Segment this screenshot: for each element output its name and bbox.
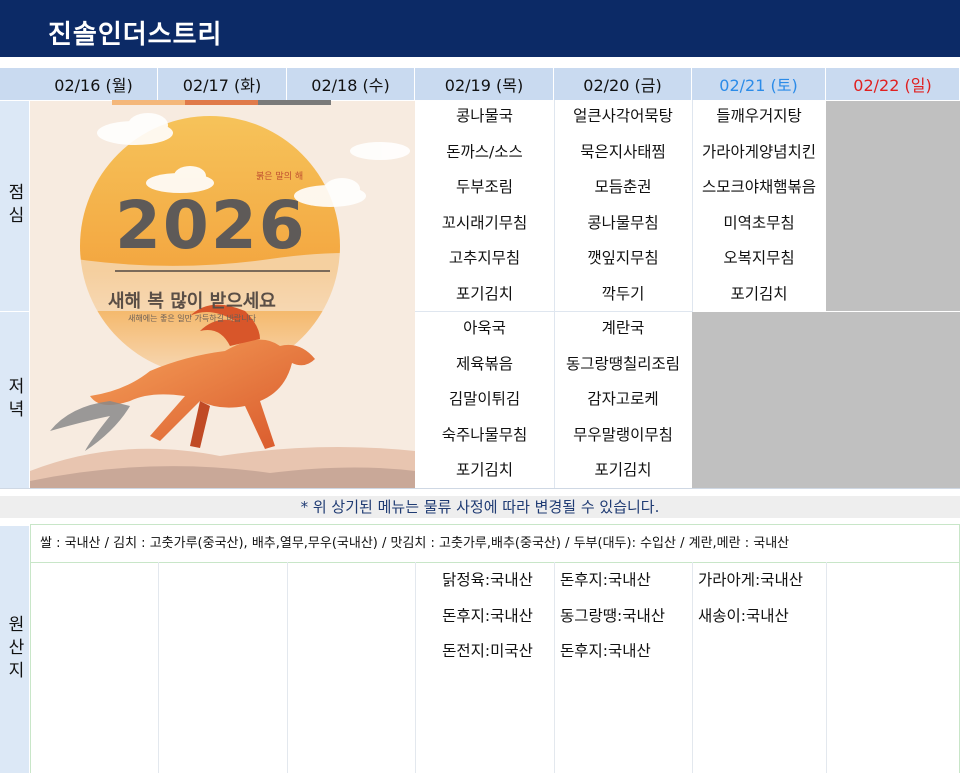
title-bar: 진솔인더스트리 (0, 0, 960, 60)
day-header-fri: 02/20 (금) (554, 68, 692, 100)
menu-item: 돈까스/소스 (446, 142, 523, 161)
day-header-wed: 02/18 (수) (287, 68, 415, 100)
grid-line (692, 100, 693, 312)
origin-item: 새송이:국내산 (698, 606, 789, 625)
menu-item: 깍두기 (601, 284, 645, 303)
notice-text: * 위 상기된 메뉴는 물류 사정에 따라 변경될 수 있습니다. (0, 496, 960, 518)
menu-item: 가라아게양념치킨 (701, 142, 817, 161)
menu-item: 묵은지사태찜 (580, 142, 666, 161)
menu-item: 포기김치 (455, 461, 514, 479)
color-stripe-3 (258, 100, 331, 105)
row-label-dinner: 저녁 (0, 312, 29, 488)
origin-item: 돈후지:국내산 (560, 571, 651, 589)
origin-item: 돈후지:국내산 (442, 606, 533, 625)
day-header-sat: 02/21 (토) (692, 68, 826, 100)
grid-line (30, 524, 31, 773)
menu-item: 포기김치 (730, 284, 788, 303)
origin-item: 가라아게:국내산 (698, 571, 804, 589)
menu-item: 동그랑땡칠리조림 (565, 354, 681, 373)
day-header-mon: 02/16 (월) (30, 68, 158, 100)
menu-item: 미역초무침 (723, 213, 795, 232)
banner-kicker: 붉은 말의 해 (256, 172, 304, 182)
banner-subtext: 새해에는 좋은 일만 가득하길 바랍니다 (128, 314, 256, 323)
dinner-menu-thu: 아욱국 제육볶음 김말이튀김 숙주나물무침 포기김치 (415, 311, 554, 489)
grid-line (30, 562, 960, 563)
menu-item: 제육볶음 (455, 354, 514, 373)
dinner-menu-fri: 계란국 동그랑땡칠리조림 감자고로케 무우말랭이무침 포기김치 (554, 311, 692, 489)
menu-item: 들깨우거지탕 (716, 107, 802, 125)
menu-item: 포기김치 (455, 284, 514, 303)
menu-item: 감자고로케 (587, 390, 659, 408)
menu-item: 콩나물무침 (587, 213, 659, 232)
day-header-thu: 02/19 (목) (415, 68, 554, 100)
closed-cell-sun-lunch (826, 101, 960, 311)
new-year-banner: 붉은 말의 해 2026 새해 복 많이 받으세요 새해에는 좋은 일만 가득하… (30, 101, 415, 488)
menu-item: 스모크야채햄볶음 (701, 178, 817, 196)
closed-cell-weekend-dinner (692, 312, 960, 488)
banner-year: 2026 (115, 187, 307, 264)
color-stripe-1 (112, 100, 185, 105)
color-stripe-2 (185, 100, 258, 105)
origin-item: 돈후지:국내산 (560, 642, 651, 660)
origin-fri: 돈후지:국내산 동그랑땡:국내산 돈후지:국내산 (554, 566, 692, 673)
lunch-menu-sat: 들깨우거지탕 가라아게양념치킨 스모크야채햄볶음 미역초무침 오복지무침 포기김… (692, 99, 826, 312)
origin-sat: 가라아게:국내산 새송이:국내산 (692, 566, 826, 637)
day-header-tue: 02/17 (화) (158, 68, 287, 100)
menu-item: 아욱국 (463, 319, 506, 337)
menu-item: 얼큰사각어묵탕 (573, 107, 673, 125)
day-header-sun: 02/22 (일) (826, 68, 960, 100)
grid-line (0, 488, 960, 489)
lunch-menu-thu: 콩나물국 돈까스/소스 두부조림 꼬시래기무침 고추지무침 포기김치 (415, 99, 554, 312)
origin-item: 돈전지:미국산 (442, 642, 533, 660)
menu-item: 꼬시래기무침 (441, 213, 528, 232)
header-corner (0, 68, 30, 100)
lunch-menu-fri: 얼큰사각어묵탕 묵은지사태찜 모듬춘권 콩나물무침 깻잎지무침 깍두기 (554, 99, 692, 312)
banner-headline: 새해 복 많이 받으세요 (108, 291, 276, 312)
company-title: 진솔인더스트리 (48, 20, 223, 50)
menu-item: 무우말랭이무침 (573, 425, 673, 444)
grid-line (30, 524, 960, 525)
menu-item: 깻잎지무침 (587, 249, 659, 267)
menu-item: 모듬춘권 (594, 178, 652, 196)
menu-item: 포기김치 (594, 461, 652, 479)
grid-line (287, 562, 288, 773)
menu-item: 계란국 (601, 319, 645, 337)
origin-item: 동그랑땡:국내산 (560, 606, 666, 625)
row-label-lunch: 점심 (0, 101, 29, 311)
menu-item: 고추지무침 (448, 249, 521, 267)
origin-general-note: 쌀 : 국내산 / 김치 : 고춧가루(중국산), 배추,열무,무우(국내산) … (40, 536, 790, 551)
menu-item: 숙주나물무침 (441, 425, 528, 444)
menu-item: 두부조림 (455, 178, 514, 196)
grid-line (415, 311, 692, 312)
origin-thu: 닭정육:국내산 돈후지:국내산 돈전지:미국산 (415, 566, 554, 673)
grid-line (826, 562, 827, 773)
menu-item: 오복지무침 (723, 249, 795, 267)
grid-line (158, 562, 159, 773)
menu-item: 김말이튀김 (448, 390, 521, 408)
origin-item: 닭정육:국내산 (442, 571, 533, 589)
menu-item: 콩나물국 (455, 107, 514, 125)
row-label-origin: 원산지 (0, 526, 29, 773)
grid-line (554, 100, 555, 488)
